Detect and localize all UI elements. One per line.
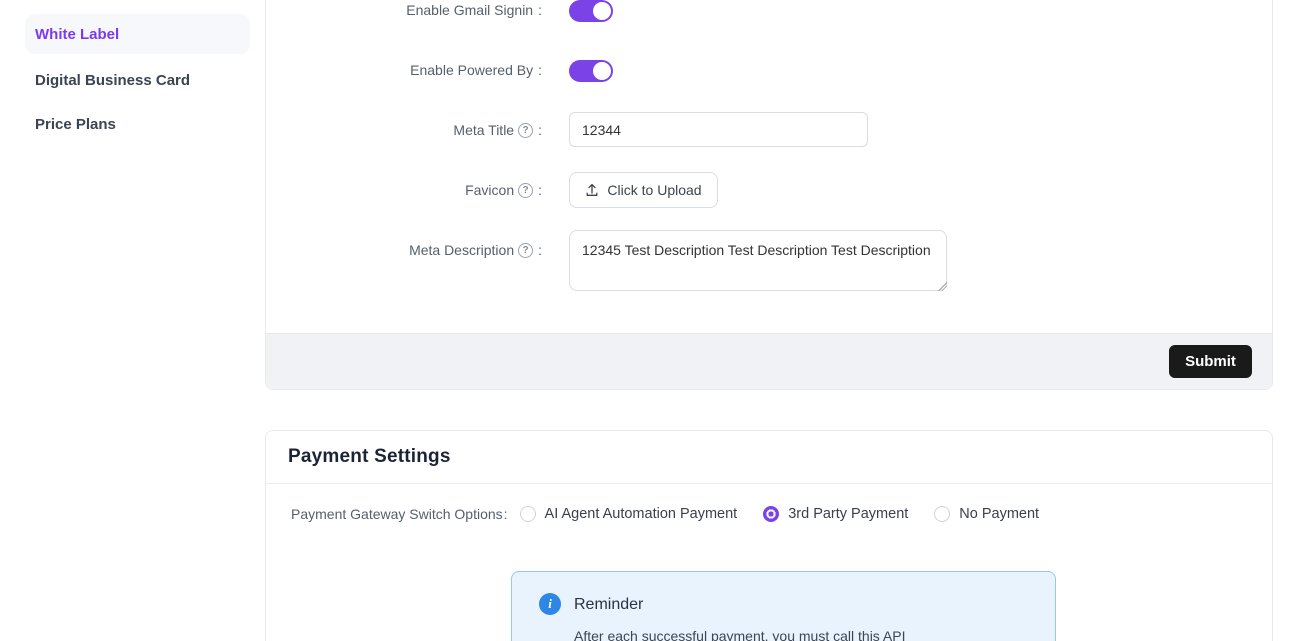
form-footer: Submit [266, 333, 1272, 389]
radio-icon[interactable] [520, 506, 536, 522]
reminder-alert: i Reminder After each successful payment… [511, 571, 1056, 641]
radio-option-ai-agent-automation-payment[interactable]: AI Agent Automation Payment [520, 506, 738, 522]
upload-icon [585, 183, 599, 197]
favicon-label: Favicon ? : [465, 182, 542, 198]
radio-option-no-payment[interactable]: No Payment [934, 506, 1039, 522]
radio-icon-selected[interactable] [763, 506, 779, 522]
payment-settings-header: Payment Settings [266, 431, 1272, 484]
meta-description-textarea[interactable]: 12345 Test Description Test Description … [569, 230, 947, 291]
help-icon[interactable]: ? [518, 243, 533, 258]
sidebar-item-label: White Label [35, 26, 119, 43]
upload-button-label: Click to Upload [607, 182, 701, 198]
radio-icon[interactable] [934, 506, 950, 522]
toggle-knob [593, 2, 611, 20]
gateway-options-label: Payment Gateway Switch Options: [291, 506, 508, 522]
powered-by-toggle[interactable] [569, 60, 613, 82]
payment-settings-card: Payment Settings Payment Gateway Switch … [265, 430, 1273, 641]
submit-button[interactable]: Submit [1169, 345, 1252, 378]
meta-title-label: Meta Title ? : [453, 122, 542, 138]
sidebar-item-white-label[interactable]: White Label [25, 14, 250, 54]
help-icon[interactable]: ? [518, 123, 533, 138]
textarea-resize-handle[interactable] [938, 282, 947, 291]
radio-label: AI Agent Automation Payment [545, 506, 738, 522]
help-icon[interactable]: ? [518, 183, 533, 198]
radio-label: 3rd Party Payment [788, 506, 908, 522]
payment-settings-title: Payment Settings [288, 446, 451, 468]
meta-description-label: Meta Description ? : [409, 242, 542, 258]
sidebar-item-label: Price Plans [35, 116, 116, 133]
sidebar-item-price-plans[interactable]: Price Plans [25, 104, 250, 144]
info-icon: i [539, 593, 561, 615]
radio-label: No Payment [959, 506, 1039, 522]
gmail-signin-label: Enable Gmail Signin: [406, 2, 542, 18]
toggle-knob [593, 62, 611, 80]
powered-by-label: Enable Powered By: [410, 62, 542, 78]
gateway-options-group: AI Agent Automation Payment 3rd Party Pa… [520, 506, 1040, 522]
radio-option-3rd-party-payment[interactable]: 3rd Party Payment [763, 506, 908, 522]
settings-sidebar: White Label Digital Business Card Price … [0, 0, 265, 641]
meta-title-input[interactable] [569, 112, 868, 147]
sidebar-item-digital-business-card[interactable]: Digital Business Card [25, 60, 250, 100]
gmail-signin-toggle[interactable] [569, 0, 613, 22]
white-label-settings-card: Enable Gmail Signin: Enable Powered By: … [265, 0, 1273, 390]
payment-gateway-row: Payment Gateway Switch Options: AI Agent… [291, 506, 1039, 522]
reminder-title: Reminder [574, 596, 643, 614]
sidebar-item-label: Digital Business Card [35, 72, 190, 89]
favicon-upload-button[interactable]: Click to Upload [569, 172, 718, 208]
reminder-text: After each successful payment, you must … [574, 628, 905, 641]
